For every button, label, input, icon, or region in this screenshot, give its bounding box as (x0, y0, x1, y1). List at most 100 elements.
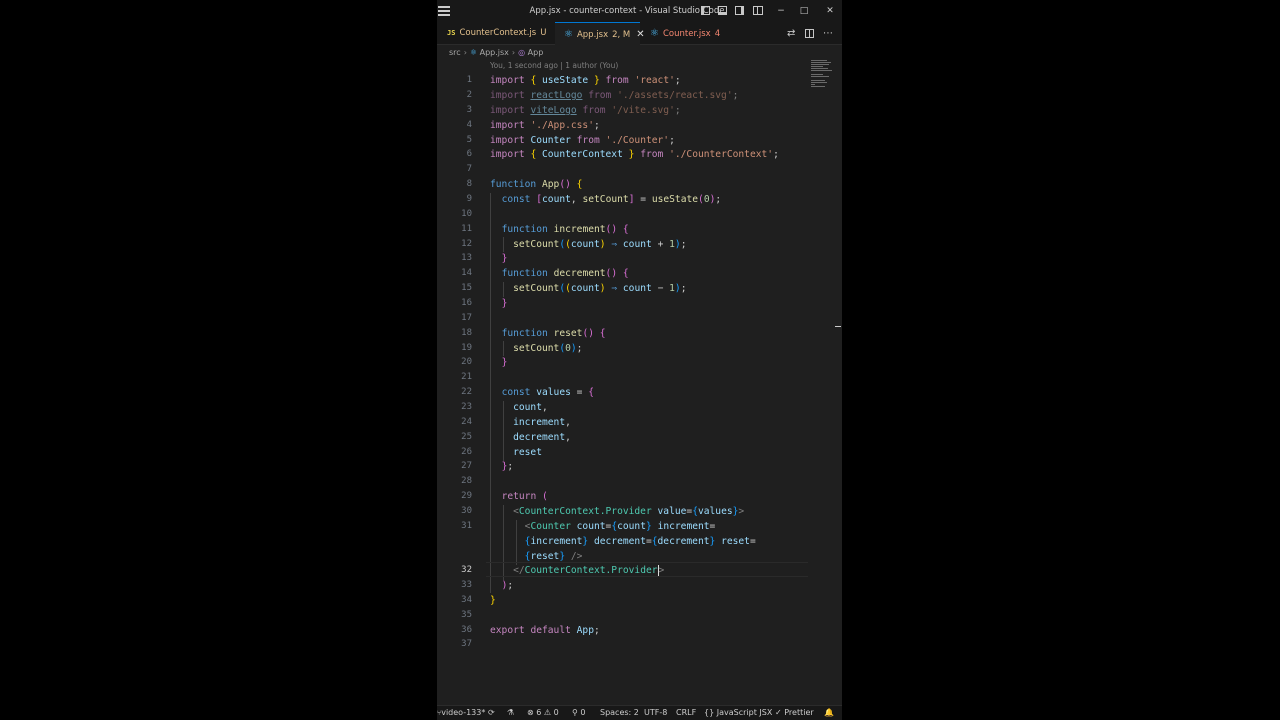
line-number: 27 (461, 461, 472, 471)
menu-icon[interactable] (438, 6, 450, 16)
code-line: {increment} decrement={decrement} reset= (524, 536, 756, 547)
line-number: 33 (461, 580, 472, 590)
code-line: const values = { (501, 387, 595, 398)
code-line: import Counter from './Counter'; (490, 135, 675, 146)
line-number: 13 (461, 253, 472, 263)
line-number: 2 (466, 90, 472, 100)
tab-bar: JS CounterContext.js U ⚛ App.jsx 2, M ✕ ⚛ Coun… (437, 22, 842, 45)
toggle-secondary-sidebar-icon[interactable] (735, 6, 744, 15)
formatter-indicator[interactable]: ✓ Prettier (775, 706, 814, 720)
minimap[interactable] (811, 60, 833, 90)
line-number: 30 (461, 506, 472, 516)
breadcrumb: src › ⚛ App.jsx › ◎ App (449, 46, 543, 60)
status-bar: ⑂video-133* ⟳ ⚗ ⊗ 6 ⚠ 0 ⚲ 0 Spaces: 2 UT… (437, 705, 842, 720)
line-number: 5 (466, 135, 472, 145)
tab-countercontext[interactable]: JS CounterContext.js U (437, 22, 553, 45)
breadcrumb-file[interactable]: App.jsx (480, 48, 509, 57)
encoding-indicator[interactable]: UTF-8 (644, 706, 667, 720)
code-line: import './App.css'; (490, 120, 600, 131)
title-bar: App.jsx - counter-context - Visual Studi… (437, 0, 842, 22)
code-line: function decrement() { (501, 268, 629, 279)
symbol-function-icon: ◎ (518, 48, 526, 57)
line-number: 9 (466, 194, 472, 204)
code-line: function increment() { (501, 224, 629, 235)
react-icon: ⚛ (564, 29, 573, 40)
line-number: 31 (461, 521, 472, 531)
code-line: import viteLogo from '/vite.svg'; (490, 105, 681, 116)
code-line: <Counter count={count} increment= (524, 521, 716, 532)
line-number: 22 (461, 387, 472, 397)
code-line: import { useState } from 'react'; (490, 75, 681, 86)
react-icon: ⚛ (650, 28, 659, 39)
code-line: } (501, 357, 508, 368)
code-line: import reactLogo from './assets/react.sv… (490, 90, 739, 101)
line-number: 18 (461, 328, 472, 338)
tab-badge: 2, M (612, 30, 631, 40)
customize-layout-icon[interactable] (753, 6, 763, 15)
language-indicator[interactable]: {} JavaScript JSX (704, 706, 772, 720)
code-line: setCount((count) ⇒ count − 1); (513, 283, 687, 294)
line-number: 3 (466, 105, 472, 115)
breadcrumb-folder[interactable]: src (449, 48, 461, 57)
code-line: const [count, setCount] = useState(0); (501, 194, 722, 205)
line-number: 4 (466, 120, 472, 130)
tab-badge: 4 (714, 29, 721, 39)
js-file-icon: JS (447, 29, 456, 37)
ports-indicator[interactable]: ⚲ 0 (572, 706, 586, 720)
branch-indicator[interactable]: ⑂video-133* (437, 706, 485, 720)
scrollbar-marker[interactable] (835, 326, 841, 327)
eol-indicator[interactable]: CRLF (676, 706, 696, 720)
code-line: <CounterContext.Provider value={values}> (513, 506, 745, 517)
line-number: 21 (461, 372, 472, 382)
tab-counter[interactable]: ⚛ Counter.jsx 4 (642, 22, 732, 45)
current-line: </CounterContext.Provider> (437, 562, 842, 578)
more-actions-icon[interactable]: ⋯ (823, 22, 833, 45)
code-line: import { CounterContext } from './Counte… (490, 149, 779, 160)
codelens-blame[interactable]: You, 1 second ago | 1 author (You) (490, 61, 618, 70)
code-line: reset (513, 447, 542, 458)
code-line: function App() { (490, 179, 583, 190)
line-number: 24 (461, 417, 472, 427)
code-line: export default App; (490, 625, 600, 636)
line-number: 20 (461, 357, 472, 367)
code-line: count, (513, 402, 548, 413)
code-line: } (501, 253, 508, 264)
ports-icon: ⚲ (572, 708, 578, 717)
toggle-panel-icon[interactable] (718, 6, 727, 15)
toggle-sidebar-icon[interactable] (701, 6, 710, 15)
braces-icon: {} (704, 708, 715, 717)
close-button[interactable]: ✕ (823, 0, 837, 22)
line-number: 26 (461, 447, 472, 457)
code-line: setCount((count) ⇒ count + 1); (513, 239, 687, 250)
line-number: 23 (461, 402, 472, 412)
problems-indicator[interactable]: ⊗ 6 ⚠ 0 (527, 706, 559, 720)
line-number: 37 (461, 639, 472, 649)
window-title: App.jsx - counter-context - Visual Studi… (529, 6, 725, 16)
split-editor-icon[interactable] (805, 29, 814, 38)
code-line: setCount(0); (513, 343, 583, 354)
minimize-button[interactable]: − (774, 0, 788, 22)
sync-icon[interactable]: ⟳ (488, 706, 495, 720)
line-number: 14 (461, 268, 472, 278)
tab-badge: U (540, 28, 547, 38)
source-control-icon[interactable]: ⚗ (507, 706, 514, 720)
open-changes-icon[interactable]: ⇄ (787, 22, 795, 45)
chevron-right-icon: › (511, 48, 516, 57)
line-number: 10 (461, 209, 472, 219)
line-number: 29 (461, 491, 472, 501)
line-number: 35 (461, 610, 472, 620)
react-icon: ⚛ (469, 48, 478, 57)
line-number: 28 (461, 476, 472, 486)
maximize-button[interactable]: □ (797, 0, 811, 22)
notifications-icon[interactable]: 🔔 (824, 706, 834, 720)
code-line: function reset() { (501, 328, 606, 339)
line-number: 11 (461, 224, 472, 234)
breadcrumb-symbol[interactable]: App (528, 48, 544, 57)
chevron-right-icon: › (463, 48, 467, 57)
code-editor[interactable]: You, 1 second ago | 1 author (You) 1 2 3… (437, 60, 842, 705)
indentation-indicator[interactable]: Spaces: 2 (600, 706, 639, 720)
error-icon: ⊗ (527, 708, 534, 717)
code-line: }; (501, 461, 514, 472)
line-number: 19 (461, 343, 472, 353)
tab-app[interactable]: ⚛ App.jsx 2, M ✕ (555, 22, 645, 45)
